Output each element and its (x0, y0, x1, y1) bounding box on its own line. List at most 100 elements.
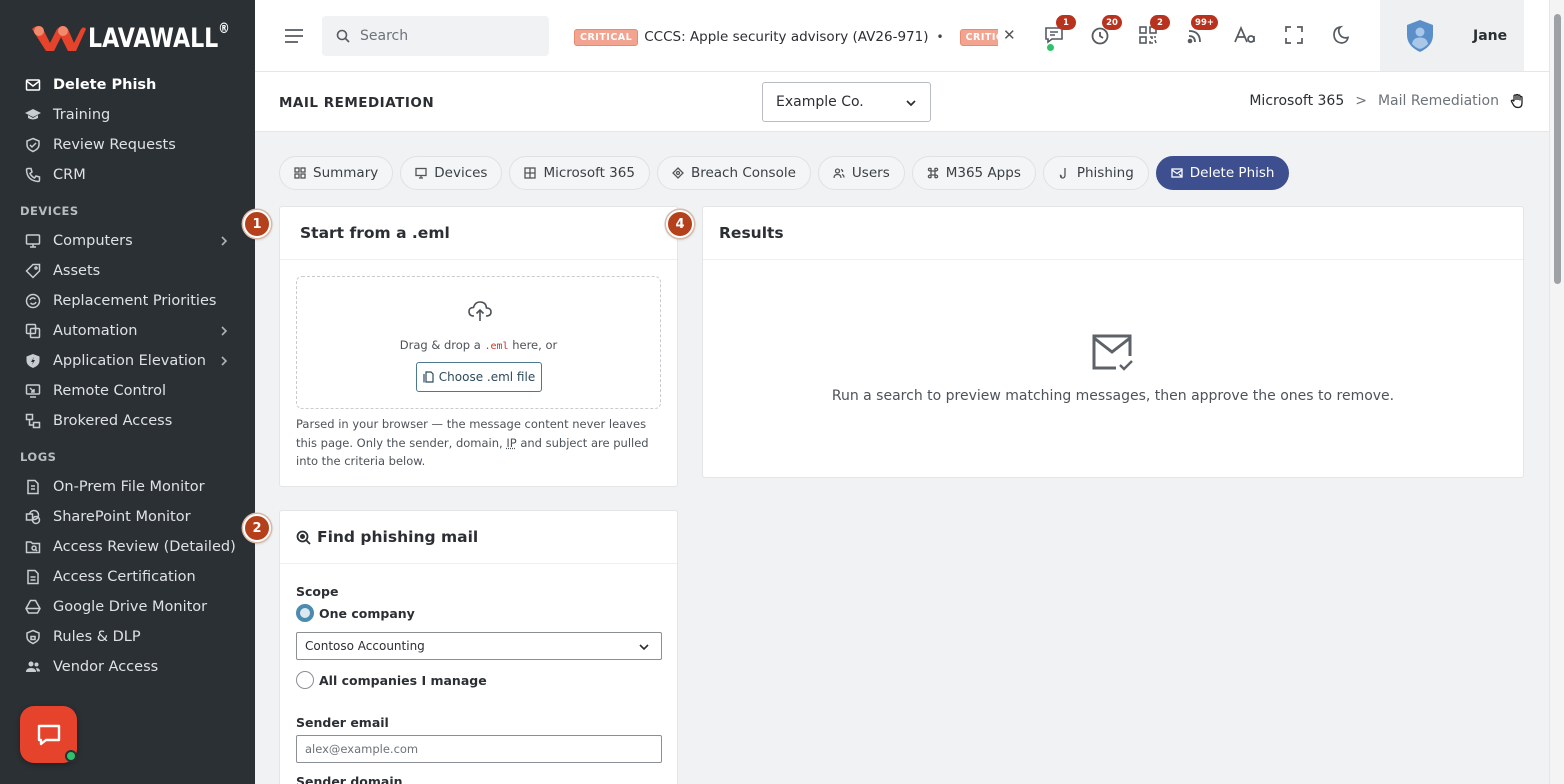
find-card-title: Find phishing mail (317, 528, 479, 546)
sidebar-item-label: Google Drive Monitor (53, 599, 208, 615)
chevron-right-icon (221, 326, 228, 336)
topbar: CRITICAL CCCS: Apple security advisory (… (255, 0, 1549, 72)
online-status-dot (1047, 44, 1054, 51)
sender-domain-label: Sender domain (296, 774, 403, 784)
sidebar-item-on-prem-file-monitor[interactable]: On-Prem File Monitor (0, 472, 255, 502)
chevron-down-icon (639, 644, 649, 651)
hand-cursor-icon[interactable] (1509, 93, 1525, 109)
sidebar-item-crm[interactable]: CRM (0, 160, 255, 190)
page-scrollbar[interactable] (1549, 0, 1564, 784)
user-name: Jane (1473, 27, 1508, 44)
sidebar-item-review-requests[interactable]: Review Requests (0, 130, 255, 160)
eml-card: Start from a .eml Drag & drop a .eml her… (279, 206, 678, 487)
chat-button[interactable] (20, 706, 77, 763)
tab-label: Delete Phish (1189, 165, 1275, 181)
logo-text: LAVAWALL® (88, 20, 230, 54)
sidebar-item-brokered-access[interactable]: Brokered Access (0, 406, 255, 436)
sidebar-item-sharepoint-monitor[interactable]: SharePoint Monitor (0, 502, 255, 532)
messages-button[interactable]: 1 (1041, 15, 1076, 51)
windows-icon (524, 166, 537, 180)
results-empty-state: Run a search to preview matching message… (703, 332, 1523, 404)
refresh-circle-icon (24, 292, 42, 310)
sidebar-item-google-drive-monitor[interactable]: Google Drive Monitor (0, 592, 255, 622)
search-zoom-icon (296, 530, 311, 545)
sidebar-item-remote-control[interactable]: Remote Control (0, 376, 255, 406)
scope-one-company-radio[interactable]: One company (296, 604, 415, 622)
user-menu[interactable]: Jane (1380, 0, 1524, 71)
sender-email-input[interactable] (296, 735, 662, 763)
sidebar-item-label: Access Certification (53, 569, 196, 585)
sidebar-item-automation[interactable]: Automation (0, 316, 255, 346)
sidebar-item-replacement-priorities[interactable]: Replacement Priorities (0, 286, 255, 316)
sidebar-item-assets[interactable]: Assets (0, 256, 255, 286)
tab-devices[interactable]: Devices (400, 156, 503, 190)
sidebar-item-label: Replacement Priorities (53, 293, 217, 309)
moon-icon (1333, 25, 1350, 44)
breadcrumb-current: Mail Remediation (1377, 93, 1499, 109)
page-header: MAIL REMEDIATION Example Co. Microsoft 3… (255, 72, 1549, 132)
tab-label: Microsoft 365 (543, 165, 635, 181)
sidebar-item-training[interactable]: Training (0, 100, 255, 130)
font-size-button[interactable] (1232, 22, 1258, 48)
drive-icon (24, 598, 42, 616)
tab-phishing[interactable]: Phishing (1042, 156, 1149, 190)
sidebar-item-label: Assets (53, 263, 101, 279)
sidebar-item-access-review-detailed[interactable]: Access Review (Detailed) (0, 532, 255, 562)
company-dropdown[interactable]: Contoso Accounting (296, 632, 662, 660)
results-empty-text: Run a search to preview matching message… (831, 388, 1395, 404)
ticker-separator: • (936, 30, 944, 44)
fullscreen-button[interactable] (1281, 22, 1307, 48)
news-ticker[interactable]: CRITICAL CCCS: Apple security advisory (… (566, 26, 998, 48)
sidebar-item-label: Remote Control (53, 383, 166, 399)
radio-label: One company (319, 605, 415, 621)
sidebar-item-label: Training (53, 107, 111, 123)
privacy-note: Parsed in your browser — the message con… (296, 417, 649, 468)
tab-m365-apps[interactable]: M365 Apps (911, 156, 1036, 190)
ticker-close-button[interactable]: ✕ (1003, 26, 1021, 46)
sidebar-item-access-certification[interactable]: Access Certification (0, 562, 255, 592)
logo[interactable]: LAVAWALL® (30, 18, 261, 58)
dark-mode-button[interactable] (1329, 22, 1355, 48)
tab-label: M365 Apps (945, 165, 1021, 181)
results-card: Results Run a search to preview matching… (702, 206, 1524, 478)
tab-label: Devices (434, 165, 488, 181)
feed-button[interactable]: 99+ (1183, 15, 1218, 48)
sidebar-section-logs: LOGS (20, 450, 57, 464)
sidebar-item-vendor-access[interactable]: Vendor Access (0, 652, 255, 682)
tag-icon (24, 262, 42, 280)
shield-check-icon (24, 136, 42, 154)
scope-all-companies-radio[interactable]: All companies I manage (296, 671, 487, 689)
sidebar-item-delete-phish[interactable]: Delete Phish (0, 70, 255, 100)
scope-label: Scope (296, 584, 339, 599)
sharepoint-icon (24, 508, 42, 526)
sidebar-item-rules-dlp[interactable]: Rules & DLP (0, 622, 255, 652)
step-badge-4: 4 (666, 210, 694, 238)
company-select[interactable]: Example Co. (762, 82, 931, 122)
timer-button[interactable]: 20 (1087, 15, 1122, 48)
hook-icon (1058, 167, 1071, 180)
sidebar-item-label: Delete Phish (53, 77, 157, 93)
tab-users[interactable]: Users (817, 156, 905, 190)
document-icon (24, 568, 42, 586)
copy-gear-icon (24, 322, 42, 340)
tab-summary[interactable]: Summary (279, 156, 394, 190)
tab-microsoft-365[interactable]: Microsoft 365 (509, 156, 650, 190)
sidebar-item-computers[interactable]: Computers (0, 226, 255, 256)
breadcrumb-microsoft-365[interactable]: Microsoft 365 (1249, 93, 1344, 109)
qr-button[interactable]: 2 (1135, 15, 1170, 48)
step-badge-1: 1 (243, 210, 271, 238)
choose-eml-button[interactable]: Choose .eml file (416, 362, 542, 392)
sidebar-item-application-elevation[interactable]: Application Elevation (0, 346, 255, 376)
sidebar: LAVAWALL® Delete Phish Training Review R… (0, 0, 255, 784)
font-size-icon (1234, 25, 1255, 43)
shield-lock-icon (24, 628, 42, 646)
eml-dropzone[interactable]: Drag & drop a .eml here, or Choose .eml … (296, 276, 661, 409)
search-input[interactable] (360, 28, 530, 44)
chevron-right-icon (221, 236, 228, 246)
hamburger-menu-icon[interactable] (283, 25, 305, 47)
tab-label: Breach Console (690, 165, 796, 181)
tab-delete-phish[interactable]: Delete Phish (1155, 156, 1290, 190)
search-box[interactable] (322, 16, 549, 56)
tab-breach-console[interactable]: Breach Console (656, 156, 811, 190)
scrollbar-thumb[interactable] (1554, 14, 1561, 284)
